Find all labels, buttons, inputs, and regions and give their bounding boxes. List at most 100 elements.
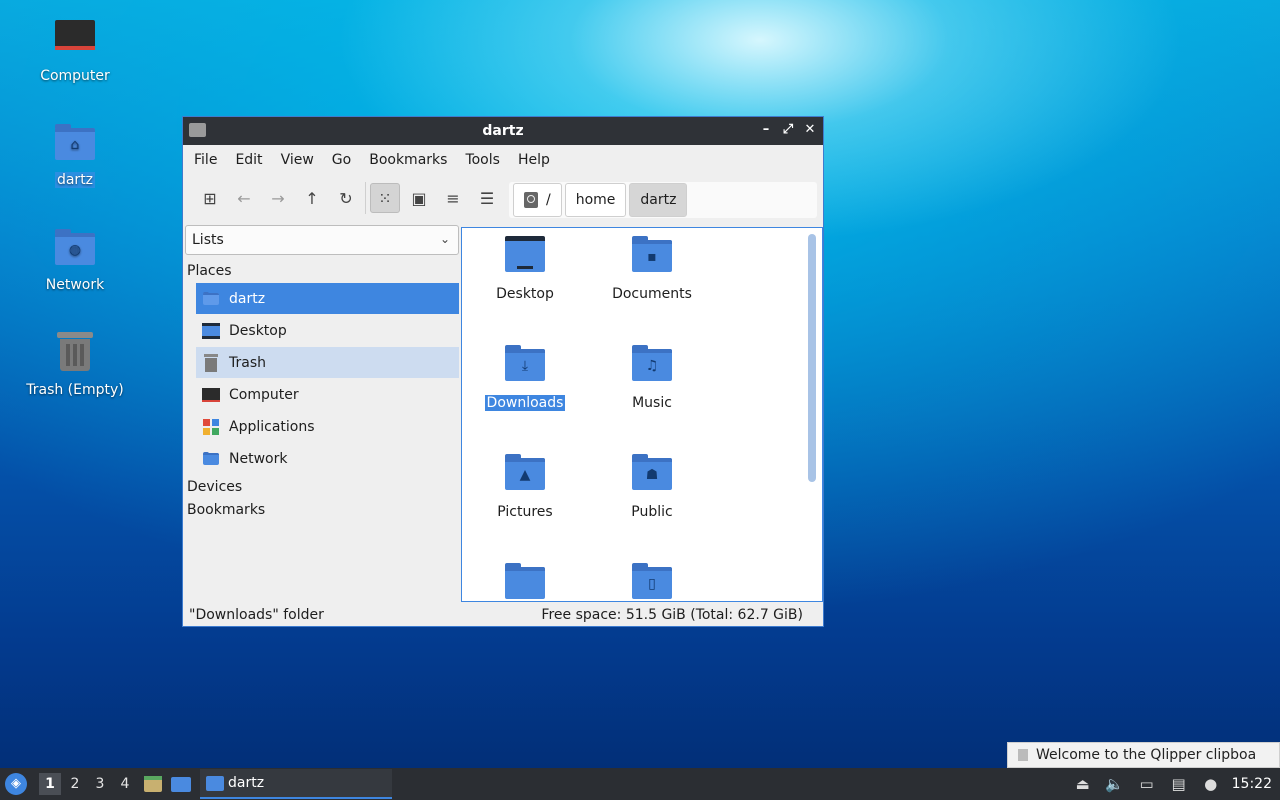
folder-icon bbox=[206, 775, 224, 791]
workspace-2[interactable]: 2 bbox=[64, 773, 86, 795]
sidebar-item-desktop[interactable]: Desktop bbox=[196, 315, 459, 346]
window-title: dartz bbox=[482, 123, 524, 139]
menu-help[interactable]: Help bbox=[509, 152, 559, 168]
notification-text: Welcome to the Qlipper clipboa bbox=[1036, 747, 1257, 763]
desktop-icon-network[interactable]: ◍ Network bbox=[15, 227, 135, 293]
detail-view-button[interactable]: ☰ bbox=[472, 183, 502, 213]
file-manager-window: dartz – ⤢ ✕ File Edit View Go Bookmarks … bbox=[182, 116, 824, 627]
sidebar-item-applications[interactable]: Applications bbox=[196, 411, 459, 442]
clipboard-icon bbox=[1018, 749, 1028, 761]
window-titlebar[interactable]: dartz – ⤢ ✕ bbox=[183, 117, 823, 145]
sidebar-item-label: Trash bbox=[229, 354, 266, 371]
update-notifier-icon[interactable]: ● bbox=[1200, 773, 1222, 795]
file-item-templates[interactable]: ▯ bbox=[597, 563, 707, 601]
menu-view[interactable]: View bbox=[272, 152, 323, 168]
file-item-name: Public bbox=[631, 504, 673, 520]
file-item-pictures[interactable]: ▲ Pictures bbox=[470, 454, 580, 520]
section-bookmarks[interactable]: Bookmarks bbox=[187, 502, 265, 518]
side-pane-mode-value: Lists bbox=[192, 232, 224, 248]
menu-edit[interactable]: Edit bbox=[226, 152, 271, 168]
file-item-desktop[interactable]: Desktop bbox=[470, 236, 580, 302]
trash-icon bbox=[202, 353, 220, 372]
task-label: dartz bbox=[228, 775, 265, 791]
folder-icon bbox=[505, 563, 545, 601]
side-pane: Lists ⌄ Places dartz Desktop Trash Compu… bbox=[185, 225, 459, 601]
menu-tools[interactable]: Tools bbox=[456, 152, 509, 168]
file-item-public[interactable]: ☗ Public bbox=[597, 454, 707, 520]
path-crumb-root[interactable]: / bbox=[513, 183, 562, 217]
music-folder-icon: ♫ bbox=[632, 345, 672, 383]
start-menu-button[interactable]: ◈ bbox=[5, 773, 27, 795]
icon-view-button[interactable]: ⁙ bbox=[370, 183, 400, 213]
menu-bookmarks[interactable]: Bookmarks bbox=[360, 152, 456, 168]
back-button[interactable]: ← bbox=[229, 183, 259, 213]
close-button[interactable]: ✕ bbox=[803, 121, 817, 139]
file-item-folder[interactable] bbox=[470, 563, 580, 601]
public-folder-icon: ☗ bbox=[632, 454, 672, 492]
desktop-folder-icon bbox=[202, 322, 220, 340]
status-bar: "Downloads" folder Free space: 51.5 GiB … bbox=[183, 603, 823, 627]
new-tab-button[interactable]: ⊞ bbox=[195, 183, 225, 213]
file-item-downloads[interactable]: ⤓ Downloads bbox=[470, 345, 580, 411]
sidebar-item-dartz[interactable]: dartz bbox=[196, 283, 459, 314]
path-crumb-dartz[interactable]: dartz bbox=[629, 183, 688, 217]
network-icon[interactable]: ▭ bbox=[1136, 773, 1158, 795]
templates-folder-icon: ▯ bbox=[632, 563, 672, 601]
desktop-folder-icon bbox=[505, 236, 545, 274]
thumbnail-view-button[interactable]: ▣ bbox=[404, 183, 434, 213]
path-crumb-home[interactable]: home bbox=[564, 183, 627, 217]
minimize-button[interactable]: – bbox=[759, 121, 773, 139]
vertical-scrollbar[interactable] bbox=[808, 234, 816, 482]
clipboard-tray-icon[interactable]: ▤ bbox=[1168, 773, 1190, 795]
file-manager-launcher-icon[interactable] bbox=[142, 774, 164, 794]
computer-icon bbox=[202, 386, 220, 404]
downloads-folder-icon: ⤓ bbox=[505, 345, 545, 383]
network-folder-icon: ◍ bbox=[53, 227, 97, 271]
up-button[interactable]: ↑ bbox=[297, 183, 327, 213]
side-pane-mode-select[interactable]: Lists ⌄ bbox=[185, 225, 459, 255]
volume-icon[interactable]: 🔈 bbox=[1104, 773, 1126, 795]
sidebar-item-label: Applications bbox=[229, 418, 315, 435]
menu-file[interactable]: File bbox=[185, 152, 226, 168]
show-desktop-icon[interactable] bbox=[170, 774, 192, 794]
root-drive-icon bbox=[524, 192, 538, 208]
pictures-folder-icon: ▲ bbox=[505, 454, 545, 492]
desktop-icon-trash[interactable]: Trash (Empty) bbox=[15, 332, 135, 398]
system-tray: ⏏ 🔈 ▭ ▤ ● 15:22 bbox=[1072, 768, 1280, 800]
clock[interactable]: 15:22 bbox=[1232, 776, 1272, 792]
toolbar: ⊞ ← → ↑ ↻ ⁙ ▣ ≡ ☰ / home dartz bbox=[183, 175, 823, 221]
workspace-4[interactable]: 4 bbox=[114, 773, 136, 795]
desktop-icon-computer[interactable]: Computer bbox=[15, 18, 135, 84]
sidebar-item-network[interactable]: Network bbox=[196, 443, 459, 474]
eject-icon[interactable]: ⏏ bbox=[1072, 773, 1094, 795]
section-devices[interactable]: Devices bbox=[187, 479, 242, 495]
sidebar-item-label: Network bbox=[229, 450, 288, 467]
menubar: File Edit View Go Bookmarks Tools Help bbox=[183, 145, 823, 175]
sidebar-item-trash[interactable]: Trash bbox=[196, 347, 459, 378]
compact-view-button[interactable]: ≡ bbox=[438, 183, 468, 213]
desktop-icon-home[interactable]: ⌂ dartz bbox=[15, 122, 135, 188]
file-item-name: Music bbox=[632, 395, 672, 411]
reload-button[interactable]: ↻ bbox=[331, 183, 361, 213]
file-item-name: Pictures bbox=[497, 504, 553, 520]
maximize-button[interactable]: ⤢ bbox=[781, 121, 795, 139]
applications-icon bbox=[202, 418, 220, 436]
toolbar-separator bbox=[365, 182, 366, 214]
workspace-1[interactable]: 1 bbox=[39, 773, 61, 795]
sidebar-item-computer[interactable]: Computer bbox=[196, 379, 459, 410]
file-item-music[interactable]: ♫ Music bbox=[597, 345, 707, 411]
section-places[interactable]: Places bbox=[187, 263, 232, 279]
sidebar-item-label: Computer bbox=[229, 386, 299, 403]
status-selection: "Downloads" folder bbox=[189, 607, 324, 623]
taskbar: ◈ 1 2 3 4 dartz ⏏ 🔈 ▭ ▤ ● 15:22 bbox=[0, 768, 1280, 800]
sidebar-item-label: Desktop bbox=[229, 322, 287, 339]
forward-button[interactable]: → bbox=[263, 183, 293, 213]
menu-go[interactable]: Go bbox=[323, 152, 360, 168]
task-button-dartz[interactable]: dartz bbox=[200, 769, 392, 799]
file-item-documents[interactable]: ▪ Documents bbox=[597, 236, 707, 302]
clipboard-notification[interactable]: Welcome to the Qlipper clipboa bbox=[1007, 742, 1280, 768]
path-crumb-label: / bbox=[546, 192, 551, 208]
chevron-down-icon: ⌄ bbox=[439, 232, 450, 246]
file-view[interactable]: Desktop ▪ Documents ⤓ Downloads ♫ Music … bbox=[461, 227, 823, 602]
workspace-3[interactable]: 3 bbox=[89, 773, 111, 795]
